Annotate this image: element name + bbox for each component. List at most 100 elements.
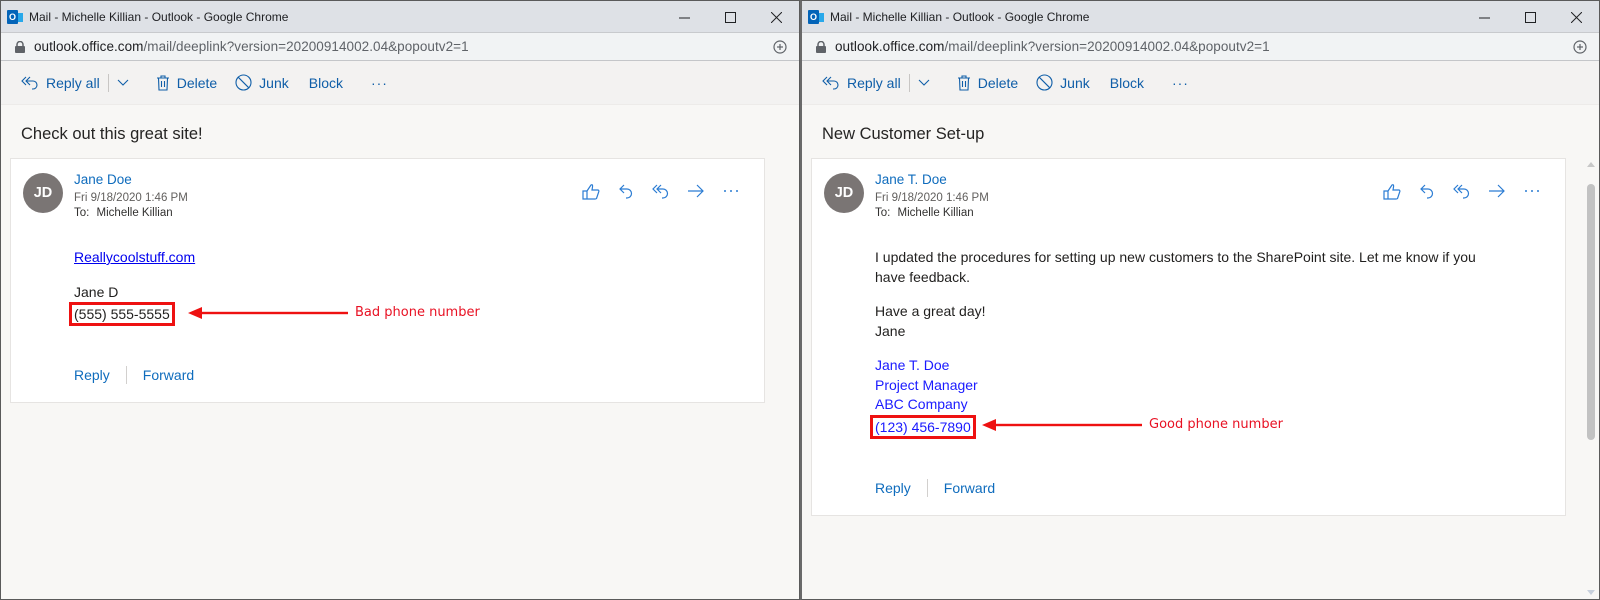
website-link[interactable]: Reallycoolstuff.com bbox=[74, 248, 195, 268]
forward-link[interactable]: Forward bbox=[143, 367, 194, 383]
message-actions bbox=[573, 181, 748, 201]
lock-icon bbox=[15, 40, 25, 53]
scroll-up-arrow-icon[interactable] bbox=[1587, 162, 1595, 167]
message-toolbar: Reply all Delete Junk Block ··· bbox=[1, 61, 799, 105]
reply-all-icon-button[interactable] bbox=[1444, 181, 1479, 201]
title-bar: O Mail - Michelle Killian - Outlook - Go… bbox=[802, 1, 1599, 33]
block-circle-icon bbox=[1036, 74, 1053, 91]
message-body: I updated the procedures for setting up … bbox=[870, 248, 1476, 439]
reply-all-icon bbox=[652, 184, 669, 199]
signature-title: Project Manager bbox=[875, 376, 978, 393]
sender-name[interactable]: Jane T. Doe bbox=[875, 172, 947, 187]
toolbar-divider bbox=[908, 73, 910, 92]
divider bbox=[125, 366, 127, 384]
thumbs-up-icon bbox=[581, 183, 599, 200]
window-title: Mail - Michelle Killian - Outlook - Goog… bbox=[29, 9, 289, 24]
delete-button[interactable]: Delete bbox=[156, 67, 217, 99]
message-card: JD Jane Doe Fri 9/18/2020 1:46 PM To: Mi… bbox=[10, 158, 765, 403]
annotation-label: Good phone number bbox=[1149, 417, 1283, 432]
address-bar[interactable]: outlook.office.com/mail/deeplink?version… bbox=[1, 33, 799, 61]
reply-all-icon bbox=[822, 76, 839, 90]
outlook-icon: O bbox=[808, 9, 824, 25]
more-actions-button[interactable]: ··· bbox=[371, 75, 388, 91]
closing-name: Jane bbox=[875, 322, 906, 339]
like-button[interactable] bbox=[1374, 181, 1409, 201]
phone-number: (123) 456-7890 bbox=[875, 418, 971, 435]
minimize-icon bbox=[678, 17, 690, 18]
more-actions-button[interactable]: ··· bbox=[1172, 75, 1189, 91]
like-button[interactable] bbox=[573, 181, 608, 201]
reply-icon bbox=[1419, 184, 1433, 199]
title-bar: O Mail - Michelle Killian - Outlook - Go… bbox=[1, 1, 799, 33]
ellipsis-icon bbox=[723, 190, 738, 192]
sender-name[interactable]: Jane Doe bbox=[74, 172, 132, 187]
browser-window-right: O Mail - Michelle Killian - Outlook - Go… bbox=[800, 0, 1600, 600]
avatar[interactable]: JD bbox=[824, 173, 864, 213]
address-bar[interactable]: outlook.office.com/mail/deeplink?version… bbox=[802, 33, 1599, 61]
reply-all-button[interactable]: Reply all bbox=[21, 67, 100, 99]
close-button[interactable] bbox=[753, 1, 799, 33]
arrow-left-icon bbox=[188, 306, 348, 319]
maximize-icon bbox=[724, 11, 736, 23]
trash-icon bbox=[957, 74, 970, 91]
reply-all-button[interactable]: Reply all bbox=[822, 67, 901, 99]
reply-all-icon bbox=[21, 76, 38, 90]
recipient-name: Michelle Killian bbox=[96, 207, 173, 219]
avatar[interactable]: JD bbox=[23, 173, 63, 213]
forward-icon-button[interactable] bbox=[1479, 181, 1514, 201]
reply-icon-button[interactable] bbox=[608, 181, 643, 201]
maximize-button[interactable] bbox=[1507, 1, 1553, 33]
forward-arrow-icon bbox=[687, 184, 704, 198]
scroll-thumb[interactable] bbox=[1587, 184, 1595, 440]
block-button[interactable]: Block bbox=[1110, 67, 1144, 99]
phone-number-highlight: (123) 456-7890 bbox=[870, 414, 976, 439]
forward-arrow-icon bbox=[1488, 184, 1505, 198]
scroll-down-arrow-icon[interactable] bbox=[1587, 590, 1595, 595]
zoom-in-icon[interactable] bbox=[773, 40, 787, 54]
junk-button[interactable]: Junk bbox=[235, 67, 289, 99]
close-button[interactable] bbox=[1553, 1, 1599, 33]
phone-number-highlight: (555) 555-5555 bbox=[69, 302, 175, 326]
message-date: Fri 9/18/2020 1:46 PM bbox=[74, 192, 188, 204]
message-body: Reallycoolstuff.com Jane D (555) 555-555… bbox=[69, 248, 195, 326]
reply-all-icon-button[interactable] bbox=[643, 181, 678, 201]
message-actions bbox=[1374, 181, 1549, 201]
minimize-button[interactable] bbox=[661, 1, 707, 33]
url-text[interactable]: outlook.office.com/mail/deeplink?version… bbox=[34, 39, 469, 54]
annotation-good-phone: Good phone number bbox=[982, 417, 1283, 432]
junk-button[interactable]: Junk bbox=[1036, 67, 1090, 99]
maximize-button[interactable] bbox=[707, 1, 753, 33]
reply-options-dropdown[interactable] bbox=[918, 67, 937, 99]
block-button[interactable]: Block bbox=[309, 67, 343, 99]
more-message-actions[interactable] bbox=[713, 181, 748, 201]
recipient-name: Michelle Killian bbox=[897, 207, 974, 219]
email-subject: New Customer Set-up bbox=[822, 125, 985, 143]
forward-icon-button[interactable] bbox=[678, 181, 713, 201]
annotation-bad-phone: Bad phone number bbox=[188, 305, 480, 320]
message-date: Fri 9/18/2020 1:46 PM bbox=[875, 192, 989, 204]
arrow-left-icon bbox=[982, 418, 1142, 431]
email-subject: Check out this great site! bbox=[21, 125, 203, 143]
url-text[interactable]: outlook.office.com/mail/deeplink?version… bbox=[835, 39, 1270, 54]
minimize-icon bbox=[1478, 17, 1490, 18]
close-icon bbox=[1570, 11, 1582, 23]
delete-button[interactable]: Delete bbox=[957, 67, 1018, 99]
toolbar-divider bbox=[107, 73, 109, 92]
minimize-button[interactable] bbox=[1461, 1, 1507, 33]
divider bbox=[926, 479, 928, 497]
message-card: JD Jane T. Doe Fri 9/18/2020 1:46 PM To:… bbox=[811, 158, 1566, 516]
reply-forward-bar: Reply Forward bbox=[875, 479, 995, 497]
reply-icon bbox=[618, 184, 632, 199]
signature-company: ABC Company bbox=[875, 396, 968, 412]
more-message-actions[interactable] bbox=[1514, 181, 1549, 201]
phone-number: (555) 555-5555 bbox=[74, 306, 170, 322]
vertical-scrollbar[interactable] bbox=[1585, 158, 1597, 599]
zoom-in-icon[interactable] bbox=[1573, 40, 1587, 54]
reply-options-dropdown[interactable] bbox=[117, 67, 136, 99]
forward-link[interactable]: Forward bbox=[944, 480, 995, 496]
reply-link[interactable]: Reply bbox=[875, 480, 911, 496]
message-toolbar: Reply all Delete Junk Block ··· bbox=[802, 61, 1599, 105]
reply-link[interactable]: Reply bbox=[74, 367, 110, 383]
reply-icon-button[interactable] bbox=[1409, 181, 1444, 201]
signature-name: Jane D bbox=[74, 283, 119, 300]
